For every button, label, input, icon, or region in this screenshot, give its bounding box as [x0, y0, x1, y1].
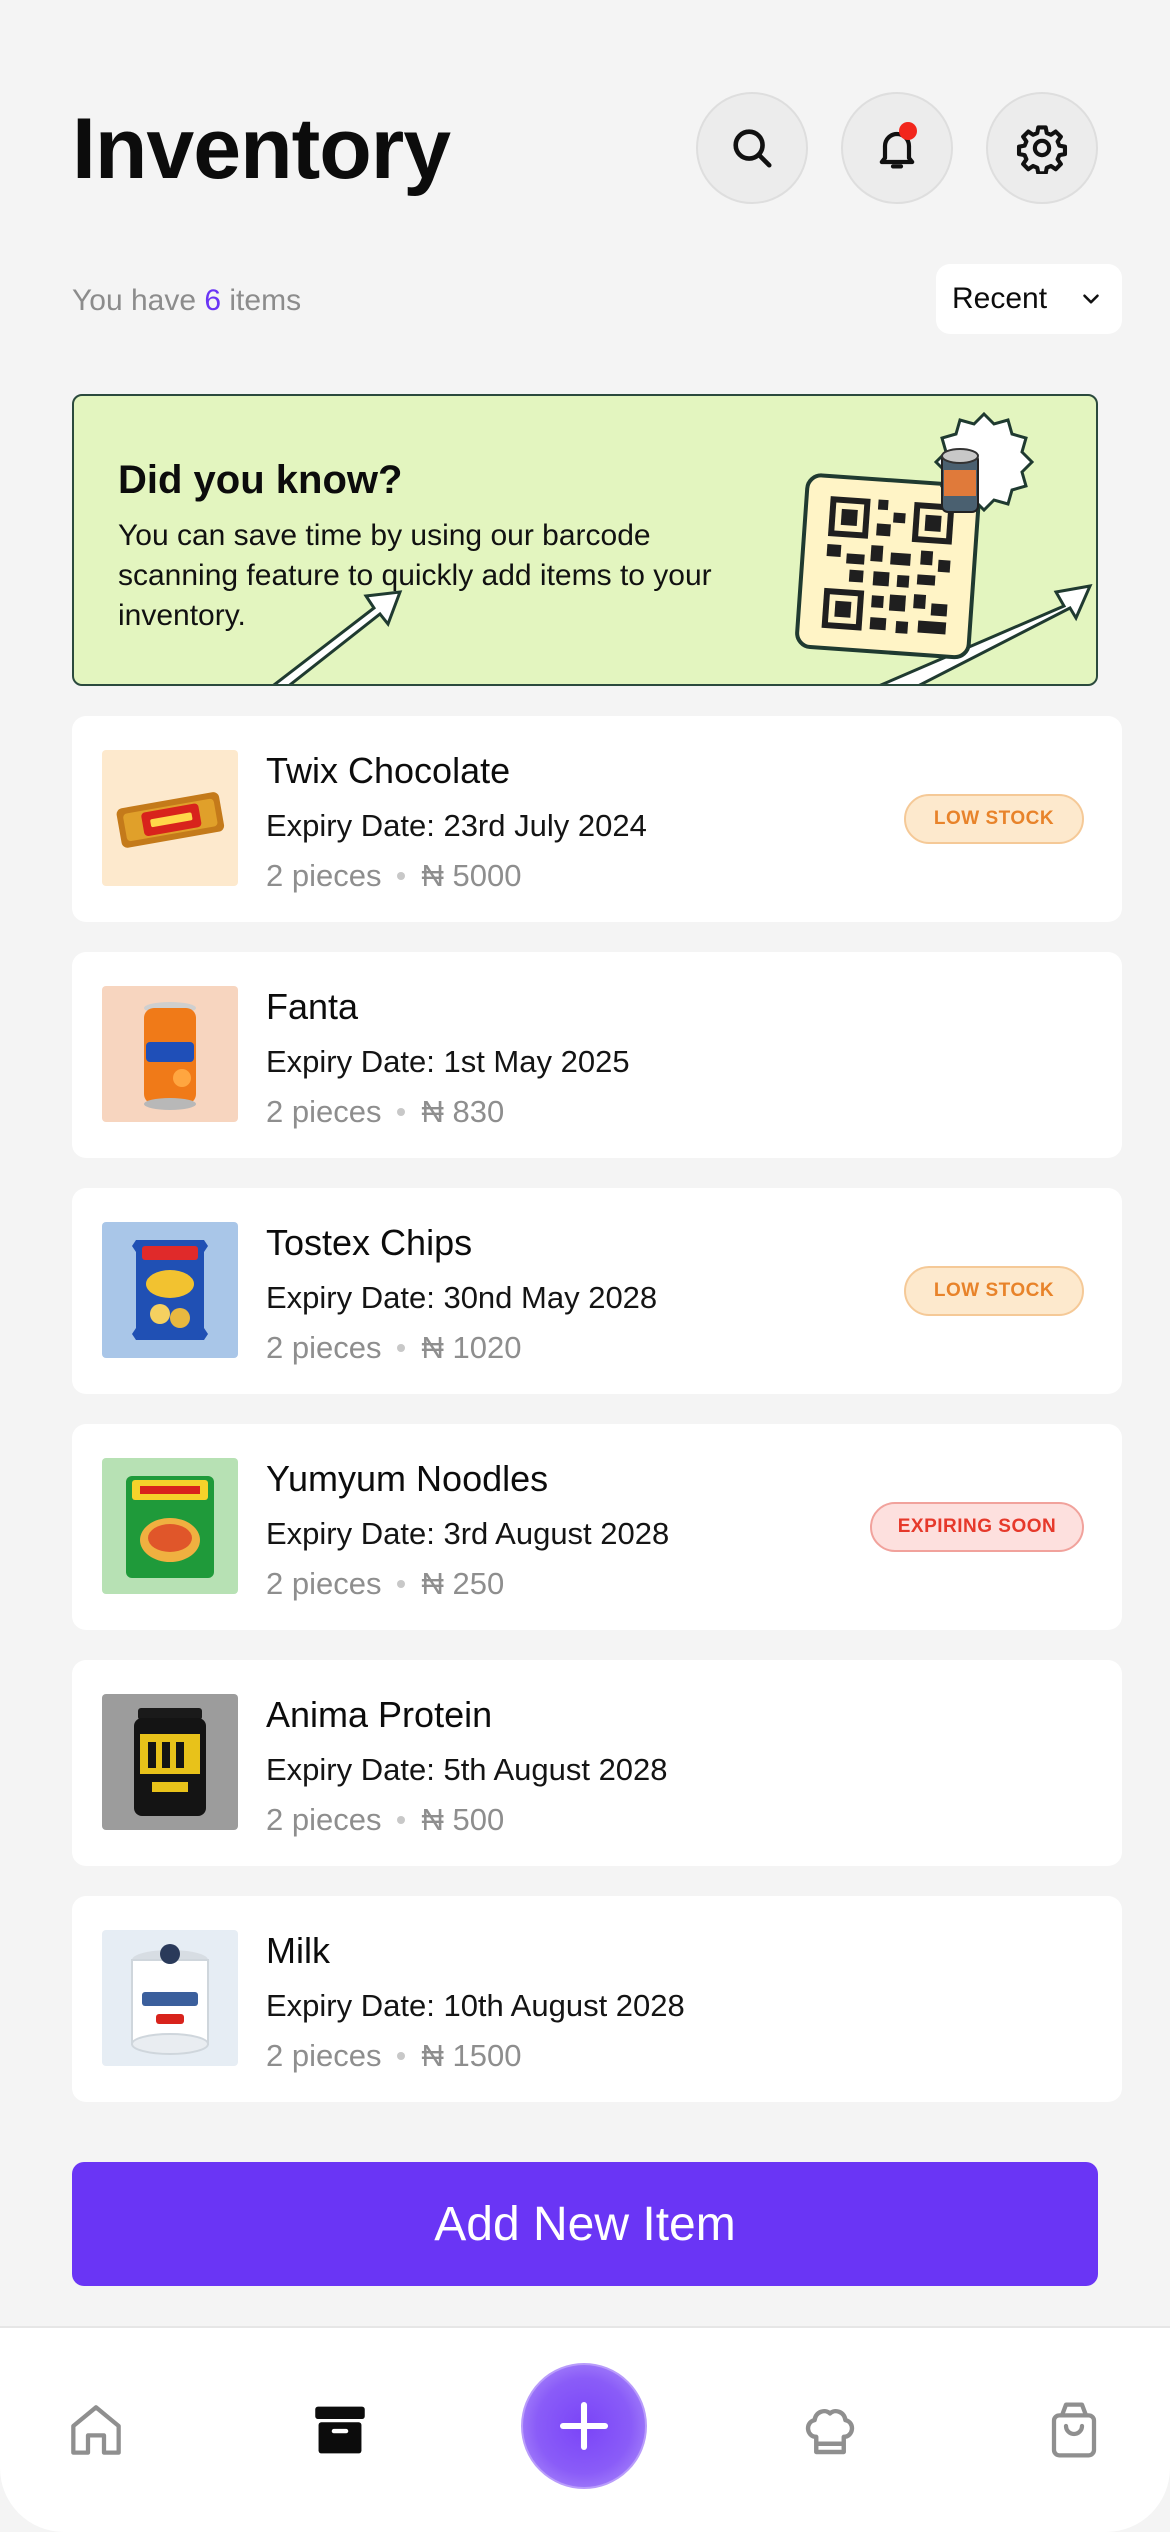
sort-selected-label: Recent — [952, 282, 1048, 315]
item-expiry: Expiry Date: 5th August 2028 — [266, 1752, 668, 1787]
sort-dropdown[interactable]: Recent — [936, 264, 1122, 334]
barcode-illustration — [272, 411, 1093, 684]
inventory-item-card[interactable]: Twix Chocolate Expiry Date: 23rd July 20… — [72, 716, 1122, 922]
item-meta: 2 pieces ₦ 1500 — [266, 2038, 521, 2074]
item-name: Twix Chocolate — [266, 750, 511, 791]
item-thumbnail-noodles — [102, 1458, 238, 1594]
item-expiry: Expiry Date: 1st May 2025 — [266, 1044, 630, 1079]
item-price: ₦ 5000 — [421, 858, 522, 893]
item-thumbnail-chips — [102, 1222, 238, 1358]
item-quantity: 2 pieces — [266, 1330, 382, 1365]
item-thumbnail-protein — [102, 1694, 238, 1830]
item-name: Tostex Chips — [266, 1222, 473, 1263]
item-expiry: Expiry Date: 23rd July 2024 — [266, 808, 647, 843]
nav-inventory[interactable] — [300, 2390, 380, 2470]
item-expiry: Expiry Date: 3rd August 2028 — [266, 1516, 670, 1551]
separator-dot — [397, 1816, 406, 1824]
item-name: Fanta — [266, 986, 359, 1027]
separator-dot — [397, 1580, 406, 1588]
chevron-down-icon — [1083, 294, 1099, 304]
notification-dot — [899, 122, 917, 140]
low-stock-badge: LOW STOCK — [904, 794, 1084, 844]
item-price: ₦ 830 — [421, 1094, 505, 1129]
nav-add-fab[interactable] — [521, 2363, 647, 2489]
item-count-text: You have 6 items — [72, 284, 301, 318]
item-quantity: 2 pieces — [266, 858, 382, 893]
item-count: 6 — [204, 284, 222, 317]
nav-shopping[interactable] — [1034, 2390, 1114, 2470]
home-icon — [71, 2405, 121, 2455]
item-meta: 2 pieces ₦ 5000 — [266, 858, 521, 894]
inventory-item-card[interactable]: Fanta Expiry Date: 1st May 2025 2 pieces… — [72, 952, 1122, 1158]
notifications-button[interactable] — [841, 92, 953, 204]
item-thumbnail-milk — [102, 1930, 238, 2066]
low-stock-badge: LOW STOCK — [904, 1266, 1084, 1316]
shopping-bag-icon — [1051, 2402, 1097, 2458]
nav-home[interactable] — [56, 2390, 136, 2470]
separator-dot — [397, 1108, 406, 1116]
item-price: ₦ 500 — [421, 1802, 505, 1837]
plus-icon — [559, 2401, 609, 2451]
nav-recipes[interactable] — [790, 2390, 870, 2470]
item-quantity: 2 pieces — [266, 2038, 382, 2073]
settings-button[interactable] — [986, 92, 1098, 204]
inventory-item-card[interactable]: Milk Expiry Date: 10th August 2028 2 pie… — [72, 1896, 1122, 2102]
item-meta: 2 pieces ₦ 1020 — [266, 1330, 521, 1366]
item-meta: 2 pieces ₦ 830 — [266, 1094, 504, 1130]
tip-banner[interactable]: Did you know? You can save time by using… — [72, 394, 1098, 686]
item-expiry: Expiry Date: 10th August 2028 — [266, 1988, 685, 2023]
chef-hat-icon — [805, 2409, 855, 2455]
separator-dot — [397, 1344, 406, 1352]
page-title: Inventory — [72, 101, 451, 197]
item-quantity: 2 pieces — [266, 1566, 382, 1601]
inventory-item-card[interactable]: Anima Protein Expiry Date: 5th August 20… — [72, 1660, 1122, 1866]
inventory-item-card[interactable]: Yumyum Noodles Expiry Date: 3rd August 2… — [72, 1424, 1122, 1630]
separator-dot — [397, 872, 406, 880]
item-price: ₦ 1500 — [421, 2038, 522, 2073]
item-meta: 2 pieces ₦ 500 — [266, 1802, 504, 1838]
inventory-item-card[interactable]: Tostex Chips Expiry Date: 30nd May 2028 … — [72, 1188, 1122, 1394]
separator-dot — [397, 2052, 406, 2060]
item-price: ₦ 1020 — [421, 1330, 522, 1365]
add-new-item-button[interactable]: Add New Item — [72, 2162, 1098, 2286]
item-name: Yumyum Noodles — [266, 1458, 549, 1499]
item-thumbnail-fanta — [102, 986, 238, 1122]
inventory-box-icon — [315, 2406, 365, 2454]
item-quantity: 2 pieces — [266, 1094, 382, 1129]
item-meta: 2 pieces ₦ 250 — [266, 1566, 504, 1602]
count-prefix: You have — [72, 284, 197, 317]
gear-icon — [1016, 125, 1068, 174]
item-price: ₦ 250 — [421, 1566, 505, 1601]
item-expiry: Expiry Date: 30nd May 2028 — [266, 1280, 658, 1315]
inventory-screen: Inventory You have 6 items Recent Did yo… — [0, 0, 1170, 2532]
bottom-nav — [0, 2326, 1170, 2532]
search-icon — [733, 129, 772, 168]
count-suffix: items — [229, 284, 302, 317]
item-quantity: 2 pieces — [266, 1802, 382, 1837]
item-thumbnail-twix — [102, 750, 238, 886]
item-name: Anima Protein — [266, 1694, 493, 1735]
item-name: Milk — [266, 1930, 330, 1971]
expiring-soon-badge: EXPIRING SOON — [870, 1502, 1084, 1552]
search-button[interactable] — [696, 92, 808, 204]
